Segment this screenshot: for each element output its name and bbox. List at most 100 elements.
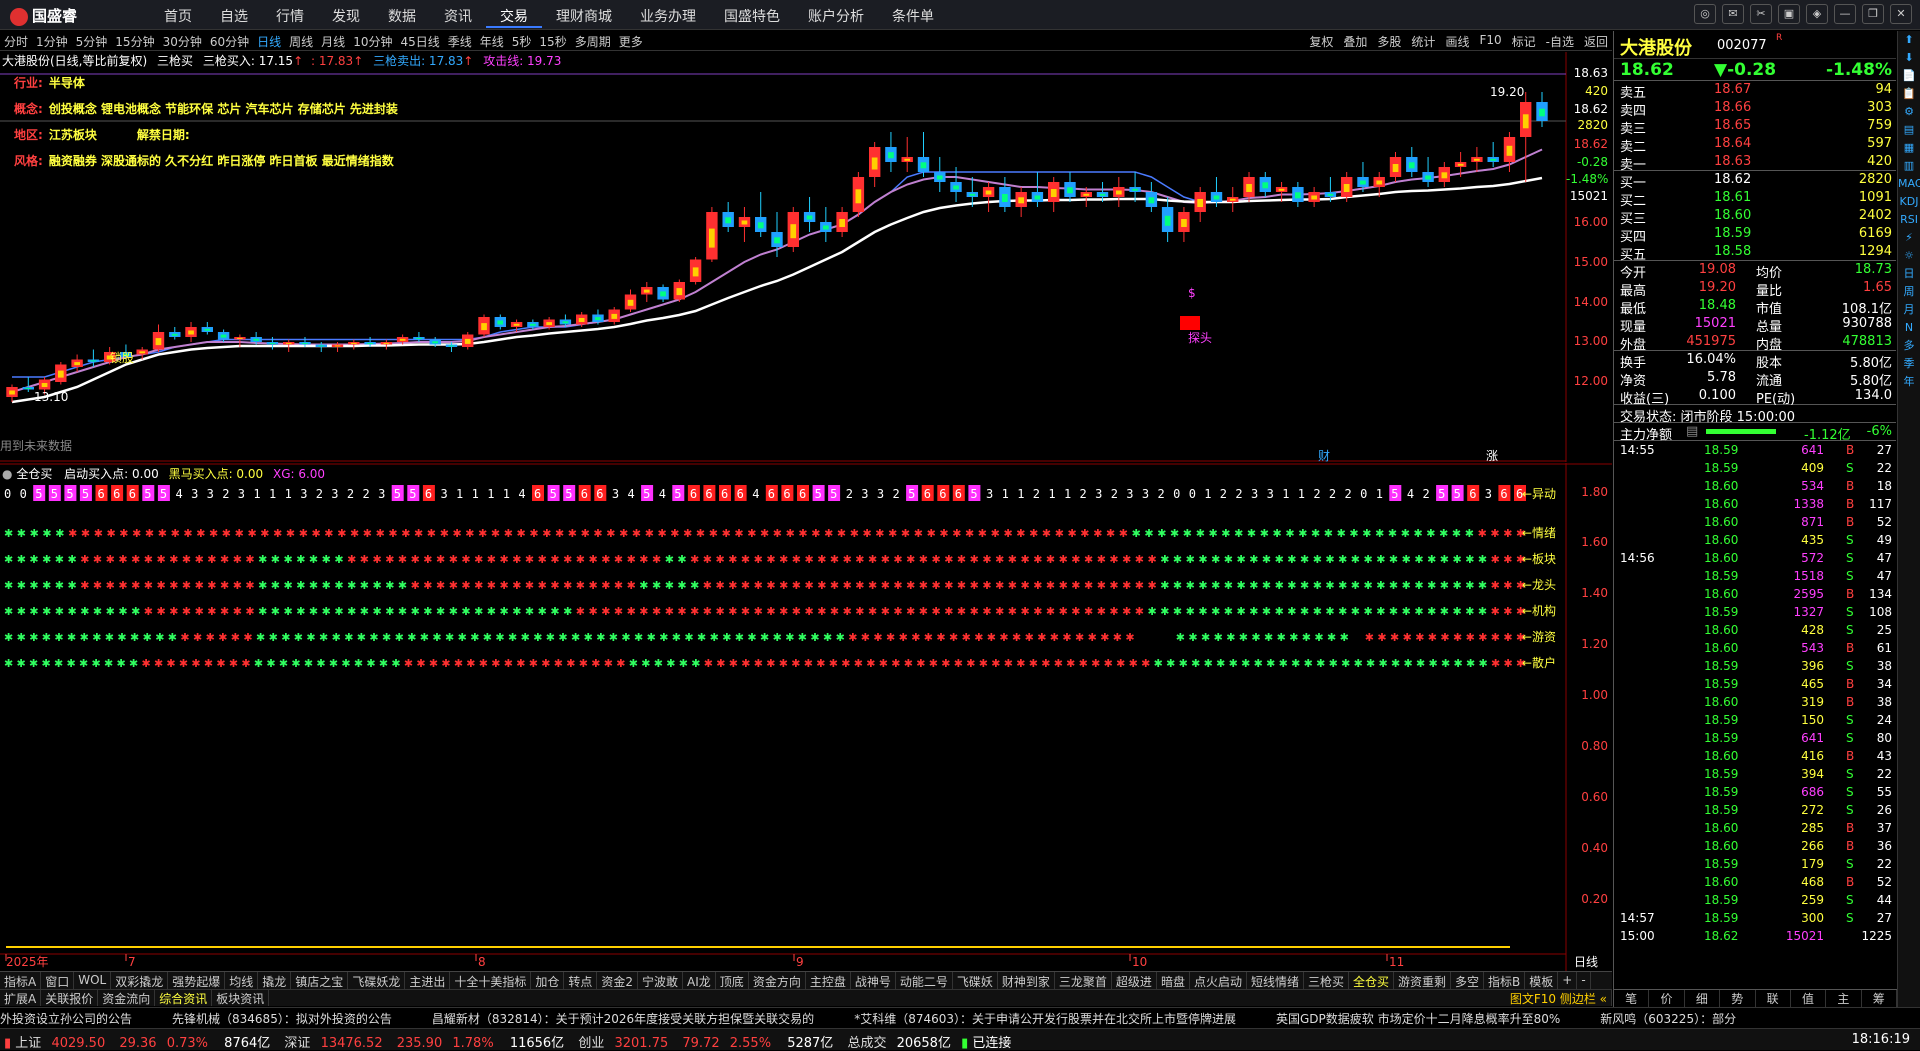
news-item[interactable]: 新风鸣（603225）：部分	[1600, 1012, 1736, 1026]
bid-row[interactable]: 买四 18.59 6169	[1614, 225, 1896, 245]
indicator-tab[interactable]: 游资重剩	[1394, 972, 1452, 989]
indicator-tab[interactable]: 资金2	[597, 972, 639, 989]
menu-item[interactable]: 业务办理	[626, 6, 710, 28]
sidebar-tool-icon[interactable]: 📄	[1898, 67, 1920, 85]
indicator-tab[interactable]: 指标A	[0, 972, 42, 989]
minimize-icon[interactable]: —	[1834, 4, 1856, 24]
chart-tool-button[interactable]: 画线	[1445, 33, 1469, 50]
sidebar-tool-icon[interactable]: N	[1898, 319, 1920, 337]
period-tab[interactable]: 30分钟	[163, 33, 202, 50]
indicator-tab[interactable]: 多空	[1451, 972, 1485, 989]
menu-icon[interactable]: ▤	[1686, 424, 1698, 439]
indicator-tab[interactable]: 暗盘	[1157, 972, 1190, 989]
indicator-tab[interactable]: 战神号	[851, 972, 896, 989]
indicator-tab[interactable]: 宁波敢	[638, 972, 684, 989]
ask-row[interactable]: 卖五 18.67 94	[1614, 81, 1896, 101]
period-tab[interactable]: 15分钟	[115, 33, 154, 50]
sidebar-tool-icon[interactable]: 多	[1898, 337, 1920, 355]
menu-item[interactable]: 资讯	[430, 6, 486, 28]
quote-tab[interactable]: 势	[1720, 990, 1756, 1007]
sidebar-tool-icon[interactable]: RSI	[1898, 211, 1920, 229]
tick-list[interactable]: 14:55 18.59 641 B 27 18.59 409 S 22 18.60 534 B 18 18…	[1614, 441, 1896, 945]
menu-item[interactable]: 国盛特色	[710, 6, 794, 28]
sidebar-tool-icon[interactable]: 季	[1898, 355, 1920, 373]
indicator-tab[interactable]: 超级进	[1112, 972, 1157, 989]
ask-row[interactable]: 卖三 18.65 759	[1614, 117, 1896, 137]
indicator-tab[interactable]: 短线情绪	[1247, 972, 1304, 989]
info-tab[interactable]: 综合资讯	[155, 990, 213, 1006]
bid-row[interactable]: 买一 18.62 2820	[1614, 171, 1896, 191]
chat-icon[interactable]: ◎	[1694, 4, 1716, 24]
menu-item[interactable]: 发现	[318, 6, 374, 28]
shirt-icon[interactable]: ◈	[1806, 4, 1828, 24]
period-tab[interactable]: 45日线	[400, 33, 439, 50]
menu-item[interactable]: 交易	[486, 6, 542, 28]
indicator-panel[interactable]: 0055556665543323111323223556311114655663…	[0, 463, 1612, 971]
restore-icon[interactable]: ❐	[1862, 4, 1884, 24]
period-tab[interactable]: 1分钟	[36, 33, 68, 50]
kline-chart[interactable]: 19.20 13.10 锁股 探头 $ 财 涨 大港股份(日线,等比前复权) 三枪买 三枪买…	[0, 52, 1612, 462]
period-tab[interactable]: 月线	[321, 33, 345, 50]
indicator-tab[interactable]: AI龙	[683, 972, 716, 989]
indicator-tab[interactable]: 飞碟妖	[953, 972, 998, 989]
sidebar-tool-icon[interactable]: KDJ	[1898, 193, 1920, 211]
sidebar-tool-icon[interactable]: ⚙	[1898, 103, 1920, 121]
indicator-tab[interactable]: 十全十美指标	[450, 972, 532, 989]
indicator-tab[interactable]: 动能二号	[896, 972, 953, 989]
chart-tool-button[interactable]: 返回	[1584, 33, 1608, 50]
quote-tab[interactable]: 值	[1791, 990, 1827, 1007]
chart-tool-button[interactable]: 复权	[1309, 33, 1333, 50]
info-tab[interactable]: 板块资讯	[212, 990, 270, 1006]
sidebar-tool-icon[interactable]: 月	[1898, 301, 1920, 319]
indicator-tab[interactable]: 财神到家	[998, 972, 1055, 989]
period-tab[interactable]: 15秒	[539, 33, 566, 50]
quote-tab[interactable]: 筹	[1862, 990, 1897, 1007]
info-tab[interactable]: 关联报价	[41, 990, 99, 1006]
period-tab[interactable]: 更多	[619, 33, 643, 50]
info-tab[interactable]: 扩展A	[0, 990, 42, 1006]
news-item[interactable]: 外投资设立孙公司的公告	[0, 1012, 132, 1026]
menu-item[interactable]: 理财商城	[542, 6, 626, 28]
sidebar-tool-icon[interactable]: ▦	[1898, 139, 1920, 157]
indicator-tab[interactable]: 指标B	[1484, 972, 1526, 989]
quote-tab[interactable]: 联	[1756, 990, 1791, 1007]
indicator-tab[interactable]: 镇店之宝	[291, 972, 349, 989]
sidebar-tool-icon[interactable]: ▤	[1898, 121, 1920, 139]
chart-tool-button[interactable]: F10	[1479, 33, 1501, 50]
skin-icon[interactable]: ▣	[1778, 4, 1800, 24]
period-tab[interactable]: 60分钟	[210, 33, 249, 50]
period-tab[interactable]: 周线	[289, 33, 313, 50]
sidebar-tool-icon[interactable]: ⬆	[1898, 31, 1920, 49]
indicator-tab[interactable]: 窗口	[41, 972, 75, 989]
mail-icon[interactable]: ✉	[1722, 4, 1744, 24]
indicator-tab[interactable]: 资金方向	[749, 972, 806, 989]
sidebar-tool-icon[interactable]: 周	[1898, 283, 1920, 301]
indicator-tab[interactable]: 点火启动	[1190, 972, 1247, 989]
sidebar-tool-icon[interactable]: 📋	[1898, 85, 1920, 103]
quote-tab[interactable]: 细	[1685, 990, 1721, 1007]
indicator-tab[interactable]: 双彩撬龙	[111, 972, 169, 989]
chart-tool-button[interactable]: 标记	[1512, 33, 1536, 50]
quote-tab[interactable]: 主	[1826, 990, 1862, 1007]
period-tab[interactable]: 日线	[257, 33, 281, 50]
indicator-tab[interactable]: 强势起爆	[168, 972, 226, 989]
ask-row[interactable]: 卖一 18.63 420	[1614, 153, 1896, 173]
bid-row[interactable]: 买五 18.58 1294	[1614, 243, 1896, 263]
news-ticker[interactable]: 外投资设立孙公司的公告 先锋机械（834685）：拟对外投资的公告 昌耀新材（832…	[0, 1007, 1920, 1027]
indicator-tab[interactable]: 主控盘	[806, 972, 851, 989]
menu-item[interactable]: 首页	[150, 6, 206, 28]
sidebar-tool-icon[interactable]: ▥	[1898, 157, 1920, 175]
period-tab[interactable]: 分时	[4, 33, 28, 50]
indicator-tab[interactable]: 全仓买	[1349, 972, 1395, 989]
news-item[interactable]: 先锋机械（834685）：拟对外投资的公告	[172, 1012, 392, 1026]
menu-item[interactable]: 条件单	[878, 6, 948, 28]
indicator-tab[interactable]: 撬龙	[258, 972, 292, 989]
quote-tab[interactable]: 笔	[1614, 990, 1650, 1007]
period-tab[interactable]: 5分钟	[76, 33, 108, 50]
indicator-tab[interactable]: 顶底	[716, 972, 749, 989]
bid-row[interactable]: 买二 18.61 1091	[1614, 189, 1896, 209]
chart-tool-button[interactable]: 统计	[1411, 33, 1435, 50]
period-tab[interactable]: 季线	[448, 33, 472, 50]
menu-item[interactable]: 行情	[262, 6, 318, 28]
indicator-tab[interactable]: WOL	[74, 972, 112, 989]
